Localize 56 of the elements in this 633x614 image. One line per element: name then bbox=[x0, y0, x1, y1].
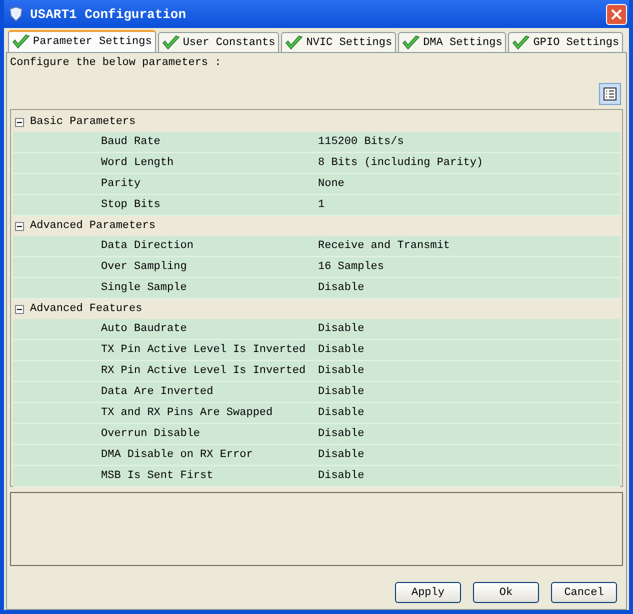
dialog-button[interactable]: Ok bbox=[473, 582, 539, 603]
close-button[interactable] bbox=[606, 4, 627, 24]
parameter-value[interactable]: 1 bbox=[318, 199, 620, 211]
parameter-name: Stop Bits bbox=[100, 199, 162, 211]
parameter-value[interactable]: None bbox=[318, 178, 620, 190]
check-icon bbox=[162, 34, 180, 50]
parameter-name: Single Sample bbox=[100, 282, 188, 294]
parameter-name: Auto Baudrate bbox=[100, 323, 188, 335]
parameter-value[interactable]: Disable bbox=[318, 282, 620, 294]
parameter-name: RX Pin Active Level Is Inverted bbox=[100, 365, 307, 377]
parameter-value[interactable]: Disable bbox=[318, 407, 620, 419]
check-icon bbox=[285, 34, 304, 50]
check-icon bbox=[512, 34, 530, 50]
parameter-name: DMA Disable on RX Error bbox=[100, 449, 254, 461]
parameter-value[interactable]: Disable bbox=[318, 344, 620, 356]
check-icon bbox=[402, 34, 420, 50]
parameter-value[interactable]: Disable bbox=[318, 470, 620, 482]
parameter-value[interactable]: Disable bbox=[318, 386, 620, 398]
parameter-value[interactable]: 8 Bits (including Parity) bbox=[318, 157, 620, 169]
parameter-name: Baud Rate bbox=[100, 136, 162, 148]
tab[interactable]: NVIC Settings bbox=[281, 32, 396, 52]
collapse-icon[interactable] bbox=[15, 222, 24, 230]
parameter-name: Data Direction bbox=[100, 240, 194, 252]
parameter-value[interactable]: Disable bbox=[318, 323, 620, 335]
group-title: Advanced Parameters bbox=[30, 220, 156, 232]
collapse-icon[interactable] bbox=[15, 304, 24, 314]
collapse-icon[interactable] bbox=[15, 118, 24, 126]
check-icon bbox=[12, 34, 30, 50]
parameter-value[interactable]: 16 Samples bbox=[318, 261, 620, 273]
list-icon bbox=[603, 87, 617, 101]
parameter-name: Parity bbox=[100, 178, 142, 190]
close-icon bbox=[610, 8, 623, 20]
parameter-name: MSB Is Sent First bbox=[100, 470, 214, 482]
parameter-name: Overrun Disable bbox=[100, 428, 202, 440]
window-title: USART1 Configuration bbox=[30, 6, 188, 22]
parameter-value[interactable]: Disable bbox=[318, 365, 620, 377]
parameter-name: TX and RX Pins Are Swapped bbox=[100, 407, 274, 419]
parameter-name: Word Length bbox=[100, 157, 175, 169]
group-title: Advanced Features bbox=[30, 303, 142, 315]
tab[interactable]: DMA Settings bbox=[398, 32, 506, 52]
dialog-button[interactable]: Apply bbox=[395, 582, 461, 603]
parameter-name: Data Are Inverted bbox=[100, 386, 214, 398]
parameter-value[interactable]: Disable bbox=[318, 428, 620, 440]
shield-icon bbox=[8, 6, 24, 22]
parameter-value[interactable]: Receive and Transmit bbox=[318, 240, 620, 252]
tab[interactable]: User Constants bbox=[158, 32, 280, 52]
parameter-value[interactable]: 115200 Bits/s bbox=[318, 136, 620, 148]
parameter-name: TX Pin Active Level Is Inverted bbox=[100, 344, 307, 356]
tab[interactable]: GPIO Settings bbox=[508, 32, 624, 52]
list-view-button[interactable] bbox=[599, 83, 621, 105]
parameter-name: Over Sampling bbox=[100, 261, 188, 273]
group-title: Basic Parameters bbox=[30, 116, 136, 128]
tab[interactable]: Parameter Settings bbox=[8, 30, 156, 52]
parameter-value[interactable]: Disable bbox=[318, 449, 620, 461]
dialog-button[interactable]: Cancel bbox=[551, 582, 617, 603]
instruction-text: Configure the below parameters : bbox=[10, 57, 222, 69]
